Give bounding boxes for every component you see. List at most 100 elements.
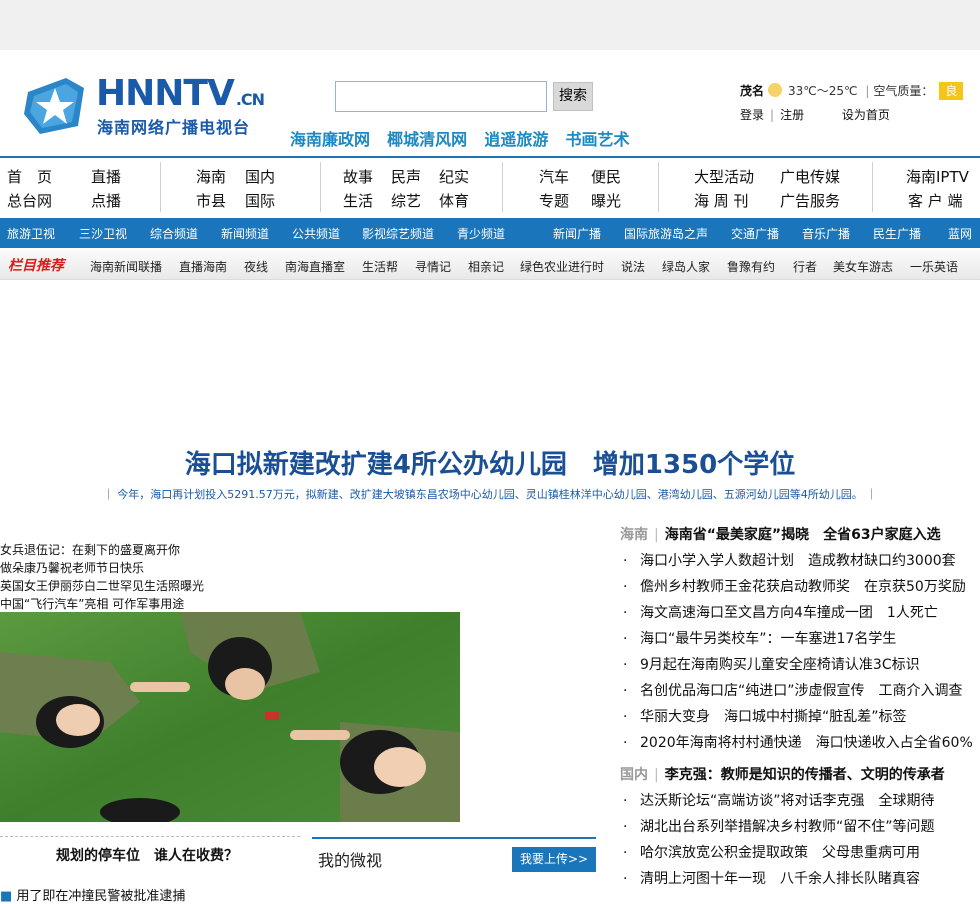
news-item[interactable]: · 9月起在海南购买儿童安全座椅请认准3C标识 [620, 654, 920, 674]
program-link[interactable]: 直播海南 [179, 258, 227, 275]
nav-auto[interactable]: 汽车 [539, 166, 569, 187]
channel-link[interactable]: 影视综艺频道 [362, 225, 434, 242]
channel-link[interactable]: 新闻广播 [553, 225, 601, 242]
news-category-label[interactable]: 海南 [620, 527, 648, 543]
news-headline[interactable]: 李克强：教师是知识的传播者、文明的传承者 [665, 767, 945, 783]
quick-link-lianzheng[interactable]: 海南廉政网 [290, 130, 370, 149]
news-item[interactable]: · 湖北出台系列举措解决乡村教师“留不住”等问题 [620, 816, 935, 836]
search-input[interactable] [335, 81, 547, 112]
nav-ads[interactable]: 广告服务 [780, 190, 840, 211]
channel-link[interactable]: 民生广播 [873, 225, 921, 242]
air-quality-badge: 良 [939, 82, 964, 100]
news-item[interactable]: · 海口“最牛另类校车”：一车塞进17名学生 [620, 628, 896, 648]
news-item[interactable]: · 名创优品海口店“纯进口”涉虚假宣传 工商介入调查 [620, 680, 963, 700]
nav-hainan[interactable]: 海南 [196, 166, 226, 187]
slideshow-photo[interactable] [0, 612, 460, 822]
headline-summary: ｜ 今年，海口再计划投入5291.57万元，拟新建、改扩建大坡镇东昌农场中心幼儿… [102, 488, 878, 501]
nav-expose[interactable]: 曝光 [591, 190, 621, 211]
set-homepage-link[interactable]: 设为首页 [842, 108, 890, 122]
news-item[interactable]: · 海文高速海口至文昌方向4车撞成一团 1人死亡 [620, 602, 938, 622]
program-link[interactable]: 绿色农业进行时 [520, 258, 604, 275]
channel-link[interactable]: 蓝网 [948, 225, 972, 242]
site-logo[interactable]: HNNTV .CN 海南网络广播电视台 [22, 73, 272, 137]
quick-link-art[interactable]: 书画艺术 [565, 130, 629, 149]
slideshow-title[interactable]: 女兵退伍记：在剩下的盛夏离开你 [0, 541, 204, 559]
nav-group-4: 汽车 便民 专题 曝光 [502, 160, 658, 216]
program-link[interactable]: 鲁豫有约 [727, 258, 775, 275]
nav-group-5: 大型活动 广电传媒 海 周 刊 广告服务 [658, 160, 872, 216]
quick-link-qingfeng[interactable]: 椰城清风网 [387, 130, 467, 149]
nav-documentary[interactable]: 纪实 [439, 166, 469, 187]
program-link[interactable]: 海南新闻联播 [90, 258, 162, 275]
parking-news-item[interactable]: ■ 用了即在冲撞民警被批准逮捕 [0, 885, 185, 904]
program-link[interactable]: 一乐英语 [910, 258, 958, 275]
news-category-label[interactable]: 国内 [620, 767, 648, 783]
channel-link[interactable]: 新闻频道 [221, 225, 269, 242]
channel-link[interactable]: 交通广播 [731, 225, 779, 242]
channel-bar: 旅游卫视 三沙卫视 综合频道 新闻频道 公共频道 影视综艺频道 青少频道 新闻广… [0, 218, 980, 248]
nav-events[interactable]: 大型活动 [694, 166, 754, 187]
nav-international[interactable]: 国际 [245, 190, 275, 211]
headline-title[interactable]: 海口拟新建改扩建4所公办幼儿园 增加1350个学位 [0, 444, 980, 481]
news-item[interactable]: · 清明上河图十年一现 八千余人排长队睹真容 [620, 868, 920, 888]
news-item[interactable]: · 海口小学入学人数超计划 造成教材缺口约3000套 [620, 550, 956, 570]
upload-button[interactable]: 我要上传>> [512, 847, 596, 872]
nav-topics[interactable]: 专题 [539, 190, 569, 211]
quick-link-travel[interactable]: 逍遥旅游 [484, 130, 548, 149]
news-item[interactable]: · 儋州乡村教师王金花获启动教师奖 在京获50万奖励 [620, 576, 966, 596]
air-quality-label: 空气质量： [873, 84, 934, 98]
nav-live[interactable]: 直播 [91, 166, 121, 187]
nav-story[interactable]: 故事 [343, 166, 373, 187]
logo-subtitle: 海南网络广播电视台 [97, 118, 251, 137]
news-item[interactable]: · 华丽大变身 海口城中村撕掉“脏乱差”标签 [620, 706, 907, 726]
register-link[interactable]: 注册 [780, 108, 804, 122]
nav-home[interactable]: 首 页 [7, 166, 52, 187]
logo-star-icon [24, 78, 84, 134]
nav-group-3: 故事 民声 纪实 生活 综艺 体育 [320, 160, 502, 216]
channel-link[interactable]: 青少频道 [457, 225, 505, 242]
nav-vod[interactable]: 点播 [91, 190, 121, 211]
top-banner-strip [0, 0, 980, 50]
nav-weekly[interactable]: 海 周 刊 [694, 190, 749, 211]
search-button[interactable]: 搜索 [553, 82, 593, 111]
program-link[interactable]: 行者 [793, 258, 817, 275]
nav-group-2: 海南 国内 市县 国际 [160, 160, 320, 216]
channel-link[interactable]: 三沙卫视 [79, 225, 127, 242]
login-link[interactable]: 登录 [740, 108, 764, 122]
channel-link[interactable]: 公共频道 [292, 225, 340, 242]
nav-life[interactable]: 生活 [343, 190, 373, 211]
channel-link[interactable]: 音乐广播 [802, 225, 850, 242]
nav-domestic[interactable]: 国内 [245, 166, 275, 187]
program-link[interactable]: 南海直播室 [285, 258, 345, 275]
parking-title[interactable]: 规划的停车位 谁人在收费？ [56, 845, 238, 865]
nav-group-1: 首 页 直播 总台网 点播 [0, 160, 160, 216]
nav-iptv[interactable]: 海南IPTV [906, 166, 969, 187]
program-link[interactable]: 夜线 [244, 258, 268, 275]
slideshow-title[interactable]: 中国“飞行汽车”亮相 可作军事用途 [0, 595, 204, 613]
nav-media[interactable]: 广电传媒 [780, 166, 840, 187]
program-link[interactable]: 相亲记 [468, 258, 504, 275]
nav-services[interactable]: 便民 [591, 166, 621, 187]
program-bar: 栏目推荐 海南新闻联播 直播海南 夜线 南海直播室 生活帮 寻情记 相亲记 绿色… [0, 250, 980, 280]
channel-link[interactable]: 综合频道 [150, 225, 198, 242]
program-link[interactable]: 生活帮 [362, 258, 398, 275]
slideshow-title[interactable]: 英国女王伊丽莎白二世罕见生活照曝光 [0, 577, 204, 595]
channel-link[interactable]: 旅游卫视 [7, 225, 55, 242]
nav-voice[interactable]: 民声 [391, 166, 421, 187]
news-item[interactable]: · 2020年海南将村村通快递 海口快递收入占全省60% [620, 732, 973, 752]
program-link[interactable]: 说法 [621, 258, 645, 275]
program-link[interactable]: 美女车游志 [833, 258, 893, 275]
nav-counties[interactable]: 市县 [196, 190, 226, 211]
news-headline[interactable]: 海南省“最美家庭”揭晓 全省63户家庭入选 [665, 527, 941, 543]
channel-link[interactable]: 国际旅游岛之声 [624, 225, 708, 242]
news-item[interactable]: · 哈尔滨放宽公积金提取政策 父母患重病可用 [620, 842, 920, 862]
news-item[interactable]: · 达沃斯论坛“高端访谈”将对话李克强 全球期待 [620, 790, 935, 810]
program-link[interactable]: 绿岛人家 [662, 258, 710, 275]
nav-variety[interactable]: 综艺 [391, 190, 421, 211]
nav-sports[interactable]: 体育 [439, 190, 469, 211]
nav-client[interactable]: 客 户 端 [908, 190, 963, 211]
nav-station[interactable]: 总台网 [7, 190, 52, 211]
program-link[interactable]: 寻情记 [415, 258, 451, 275]
logo-wordmark: HNNTV .CN [96, 73, 265, 114]
slideshow-title[interactable]: 做朵康乃馨祝老师节日快乐 [0, 559, 204, 577]
